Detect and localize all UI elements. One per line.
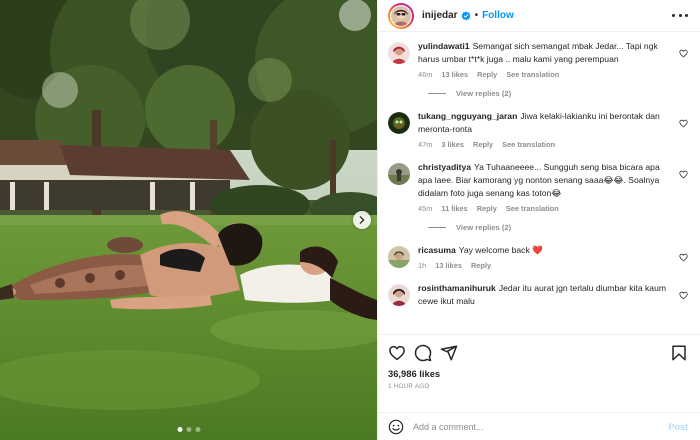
comment-username[interactable]: tukang_ngguyang_jaran [418,111,517,121]
comment-username[interactable]: yulindawati1 [418,41,470,51]
carousel-dot [195,427,200,432]
like-comment-heart-icon[interactable] [679,170,688,179]
comment-item: yulindawati1 Semangat sich semangat mbak … [388,40,688,79]
comment-likes[interactable]: 13 likes [441,70,468,79]
view-replies-button[interactable]: View replies (2) [428,223,688,232]
comments-list: yulindawati1 Semangat sich semangat mbak … [378,32,700,334]
comment-likes[interactable]: 3 likes [441,140,464,149]
carousel-indicator [177,427,200,432]
comment-icon[interactable] [414,344,432,362]
like-comment-heart-icon[interactable] [679,49,688,58]
commenter-avatar[interactable] [388,246,410,268]
next-photo-button[interactable] [353,211,371,229]
add-comment-bar: Post [378,412,700,440]
post-photo[interactable] [0,0,377,440]
view-replies-label: View replies (2) [456,89,512,98]
share-icon[interactable] [440,344,458,362]
author-avatar[interactable] [388,2,414,29]
comment-item: tukang_ngguyang_jaran Jiwa kelaki-lakiank… [388,110,688,149]
carousel-dot [177,427,182,432]
more-options-icon[interactable] [672,14,688,17]
action-bar [388,342,688,364]
heart-icon[interactable] [388,344,406,362]
see-translation-button[interactable]: See translation [502,140,555,149]
commenter-avatar[interactable] [388,42,410,64]
like-comment-heart-icon[interactable] [679,119,688,128]
like-comment-heart-icon[interactable] [679,291,688,300]
comment-text: Yay welcome back ❤️ [458,245,543,255]
comment-username[interactable]: christyaditya [418,162,471,172]
comment-item: ricasuma Yay welcome back ❤️ 1h 13 likes … [388,244,688,270]
comment-username[interactable]: rosinthamanihuruk [418,283,496,293]
comment-likes[interactable]: 11 likes [441,204,467,213]
reply-button[interactable]: Reply [471,261,491,270]
reply-button[interactable]: Reply [473,140,493,149]
header-separator: • [474,10,479,21]
comment-time[interactable]: 1h [418,261,426,270]
commenter-avatar[interactable] [388,163,410,185]
comment-item: christyaditya Ya Tuhaaneeee... Sungguh se… [388,161,688,213]
post-timestamp[interactable]: 1 HOUR AGO [388,383,688,390]
instagram-post-view: inijedar • Follow yulindawati1 Semangat … [0,0,700,440]
comment-time[interactable]: 46m [418,70,432,79]
likes-count[interactable]: 36,986 likes [388,368,688,379]
comment-username[interactable]: ricasuma [418,245,456,255]
like-comment-heart-icon[interactable] [679,253,688,262]
commenter-avatar[interactable] [388,112,410,134]
carousel-dot [186,427,191,432]
chevron-right-icon [359,216,365,224]
verified-badge-icon [461,10,470,20]
bookmark-icon[interactable] [670,344,688,362]
author-username[interactable]: inijedar [422,10,458,21]
post-comment-button[interactable]: Post [668,422,688,432]
follow-button[interactable]: Follow [482,10,514,21]
comment-likes[interactable]: 13 likes [435,261,462,270]
reply-button[interactable]: Reply [477,204,497,213]
comment-item: rosinthamanihuruk Jedar itu aurat jgn ter… [388,282,688,308]
comment-time[interactable]: 45m [418,204,432,213]
view-replies-label: View replies (2) [456,223,512,232]
post-side-panel: inijedar • Follow yulindawati1 Semangat … [377,0,700,440]
photo-illustration [0,0,377,440]
see-translation-button[interactable]: See translation [506,70,559,79]
emoji-icon[interactable] [388,419,404,435]
post-header: inijedar • Follow [378,0,700,32]
avatar-image [391,5,411,26]
reply-button[interactable]: Reply [477,70,497,79]
view-replies-button[interactable]: View replies (2) [428,89,688,98]
comment-input[interactable] [413,421,669,432]
commenter-avatar[interactable] [388,284,410,306]
see-translation-button[interactable]: See translation [506,204,559,213]
comment-time[interactable]: 47m [418,140,432,149]
